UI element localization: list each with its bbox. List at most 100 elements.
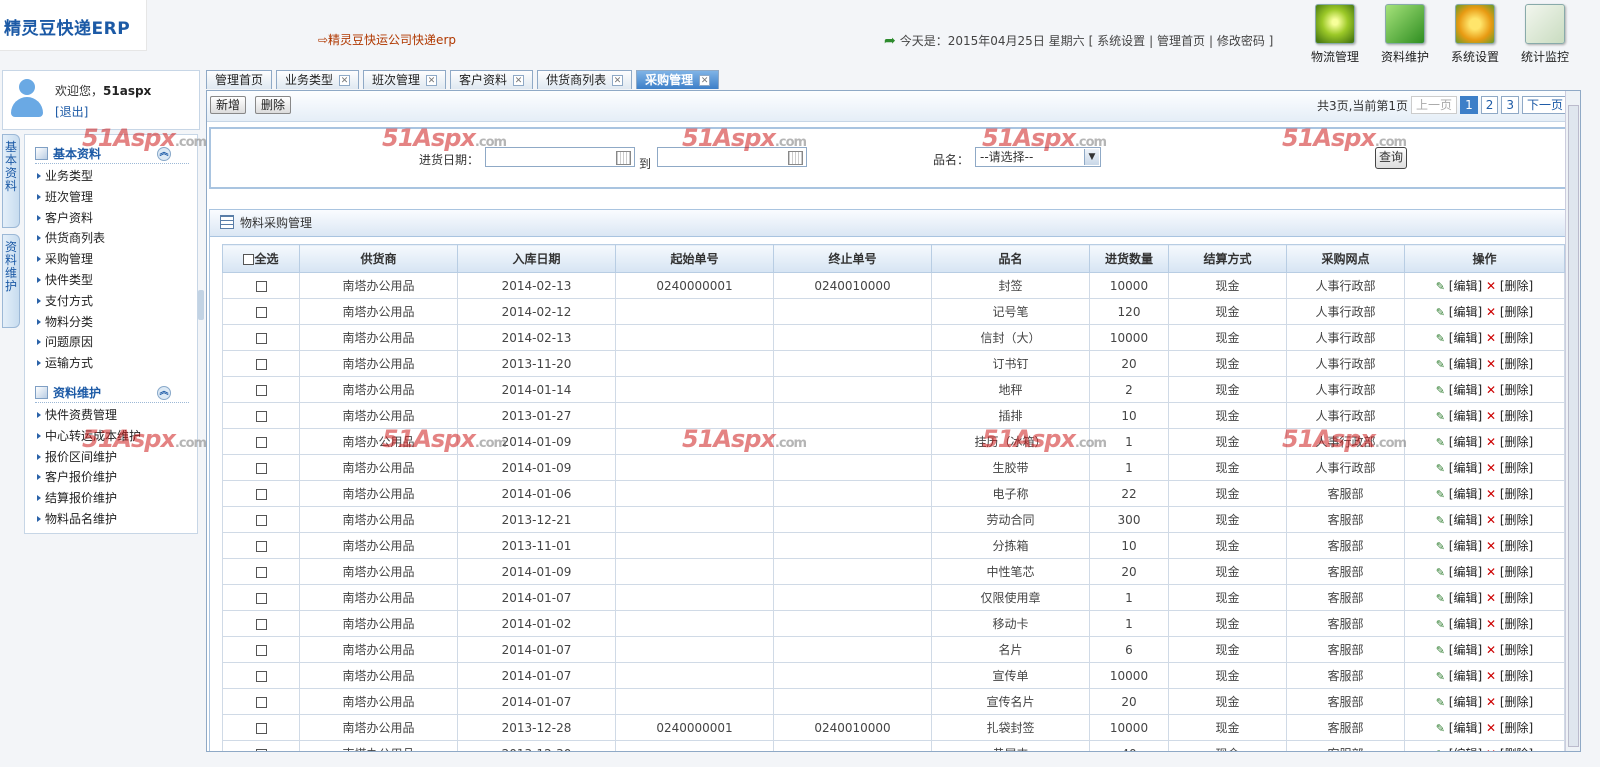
tab-business-type[interactable]: 业务类型 ✕ — [276, 70, 360, 89]
edit-link[interactable]: [编辑] — [1449, 747, 1482, 751]
collapse-up-icon[interactable]: ︽ — [157, 385, 171, 400]
scrollbar-thumb[interactable] — [1568, 105, 1579, 747]
delete-link[interactable]: [删除] — [1500, 487, 1533, 501]
row-checkbox[interactable] — [255, 644, 267, 656]
edit-link[interactable]: [编辑] — [1449, 487, 1482, 501]
calendar-icon[interactable] — [616, 151, 631, 165]
select-all-header[interactable]: 全选 — [222, 244, 300, 273]
delete-link[interactable]: [删除] — [1500, 383, 1533, 397]
delete-link[interactable]: [删除] — [1500, 357, 1533, 371]
edit-link[interactable]: [编辑] — [1449, 617, 1482, 631]
row-select-cell[interactable] — [222, 688, 300, 715]
row-checkbox[interactable] — [255, 306, 267, 318]
logistics-module-button[interactable]: 物流管理 — [1300, 4, 1370, 65]
row-checkbox[interactable] — [255, 670, 267, 682]
row-select-cell[interactable] — [222, 506, 300, 533]
delete-link[interactable]: [删除] — [1500, 513, 1533, 527]
vertical-scrollbar[interactable] — [1565, 91, 1580, 751]
close-icon[interactable]: ✕ — [339, 74, 351, 86]
row-select-cell[interactable] — [222, 350, 300, 377]
sidebar-item[interactable]: 快件资费管理 — [25, 405, 197, 426]
row-checkbox[interactable] — [255, 332, 267, 344]
delete-link[interactable]: [删除] — [1500, 461, 1533, 475]
row-checkbox[interactable] — [255, 592, 267, 604]
sidebar-section-header[interactable]: 资料维护 ︽ — [35, 384, 189, 403]
sidebar-item[interactable]: 业务类型 — [25, 166, 197, 187]
delete-link[interactable]: [删除] — [1500, 305, 1533, 319]
delete-link[interactable]: [删除] — [1500, 409, 1533, 423]
delete-link[interactable]: [删除] — [1500, 331, 1533, 345]
edit-link[interactable]: [编辑] — [1449, 643, 1482, 657]
row-select-cell[interactable] — [222, 298, 300, 325]
close-icon[interactable]: ✕ — [612, 74, 624, 86]
delete-link[interactable]: [删除] — [1500, 435, 1533, 449]
vtab-data-maintenance[interactable]: 资料维护 — [2, 234, 20, 328]
sidebar-splitter-handle[interactable] — [198, 290, 204, 320]
edit-link[interactable]: [编辑] — [1449, 331, 1482, 345]
edit-link[interactable]: [编辑] — [1449, 695, 1482, 709]
row-checkbox[interactable] — [255, 696, 267, 708]
change-password-link[interactable]: | 修改密码 ] — [1209, 32, 1273, 49]
vtab-basic-data[interactable]: 基本资料 — [2, 134, 20, 228]
edit-link[interactable]: [编辑] — [1449, 409, 1482, 423]
row-checkbox[interactable] — [255, 540, 267, 552]
statistics-module-button[interactable]: 统计监控 — [1510, 4, 1580, 65]
tab-purchase-management[interactable]: 采购管理 ✕ — [636, 70, 720, 89]
row-checkbox[interactable] — [255, 462, 267, 474]
sidebar-item[interactable]: 物料品名维护 — [25, 509, 197, 530]
row-checkbox[interactable] — [255, 566, 267, 578]
row-select-cell[interactable] — [222, 740, 300, 751]
logout-link[interactable]: [退出] — [55, 103, 88, 120]
sidebar-item[interactable]: 采购管理 — [25, 249, 197, 270]
edit-link[interactable]: [编辑] — [1449, 591, 1482, 605]
row-checkbox[interactable] — [255, 722, 267, 734]
delete-link[interactable]: [删除] — [1500, 669, 1533, 683]
row-checkbox[interactable] — [255, 748, 267, 751]
collapse-up-icon[interactable]: ︽ — [157, 147, 171, 161]
delete-link[interactable]: [删除] — [1500, 565, 1533, 579]
row-select-cell[interactable] — [222, 636, 300, 663]
delete-link[interactable]: [删除] — [1500, 643, 1533, 657]
row-checkbox[interactable] — [255, 488, 267, 500]
row-checkbox[interactable] — [255, 280, 267, 292]
edit-link[interactable]: [编辑] — [1449, 357, 1482, 371]
delete-link[interactable]: [删除] — [1500, 617, 1533, 631]
start-date-input[interactable] — [485, 147, 635, 167]
row-select-cell[interactable] — [222, 324, 300, 351]
delete-link[interactable]: [删除] — [1500, 279, 1533, 293]
row-select-cell[interactable] — [222, 376, 300, 403]
row-select-cell[interactable] — [222, 454, 300, 481]
row-select-cell[interactable] — [222, 610, 300, 637]
delete-link[interactable]: [删除] — [1500, 539, 1533, 553]
tab-customer-data[interactable]: 客户资料 ✕ — [450, 70, 534, 89]
edit-link[interactable]: [编辑] — [1449, 539, 1482, 553]
calendar-icon[interactable] — [788, 151, 803, 165]
row-checkbox[interactable] — [255, 436, 267, 448]
sidebar-item[interactable]: 问题原因 — [25, 332, 197, 353]
row-checkbox[interactable] — [255, 384, 267, 396]
row-checkbox[interactable] — [255, 410, 267, 422]
system-settings-module-button[interactable]: 系统设置 — [1440, 4, 1510, 65]
prev-page-button[interactable]: 上一页 — [1411, 96, 1458, 114]
system-settings-link[interactable]: [ 系统设置 — [1089, 32, 1146, 49]
delete-link[interactable]: [删除] — [1500, 721, 1533, 735]
data-maintenance-module-button[interactable]: 资料维护 — [1370, 4, 1440, 65]
delete-button[interactable]: 删除 — [255, 96, 292, 114]
sidebar-item[interactable]: 结算报价维护 — [25, 488, 197, 509]
sidebar-item[interactable]: 供货商列表 — [25, 228, 197, 249]
product-select[interactable]: --请选择-- ▼ — [975, 147, 1101, 167]
tab-supplier-list[interactable]: 供货商列表 ✕ — [537, 70, 633, 89]
add-button[interactable]: 新增 — [210, 96, 247, 114]
sidebar-item[interactable]: 报价区间维护 — [25, 447, 197, 468]
edit-link[interactable]: [编辑] — [1449, 513, 1482, 527]
edit-link[interactable]: [编辑] — [1449, 435, 1482, 449]
page-button[interactable]: 2 — [1480, 96, 1499, 114]
query-button[interactable]: 查询 — [1375, 147, 1408, 169]
sidebar-item[interactable]: 客户报价维护 — [25, 467, 197, 488]
row-select-cell[interactable] — [222, 532, 300, 559]
row-select-cell[interactable] — [222, 584, 300, 611]
close-icon[interactable]: ✕ — [699, 74, 711, 86]
row-select-cell[interactable] — [222, 480, 300, 507]
edit-link[interactable]: [编辑] — [1449, 669, 1482, 683]
sidebar-item[interactable]: 中心转运成本维护 — [25, 426, 197, 447]
